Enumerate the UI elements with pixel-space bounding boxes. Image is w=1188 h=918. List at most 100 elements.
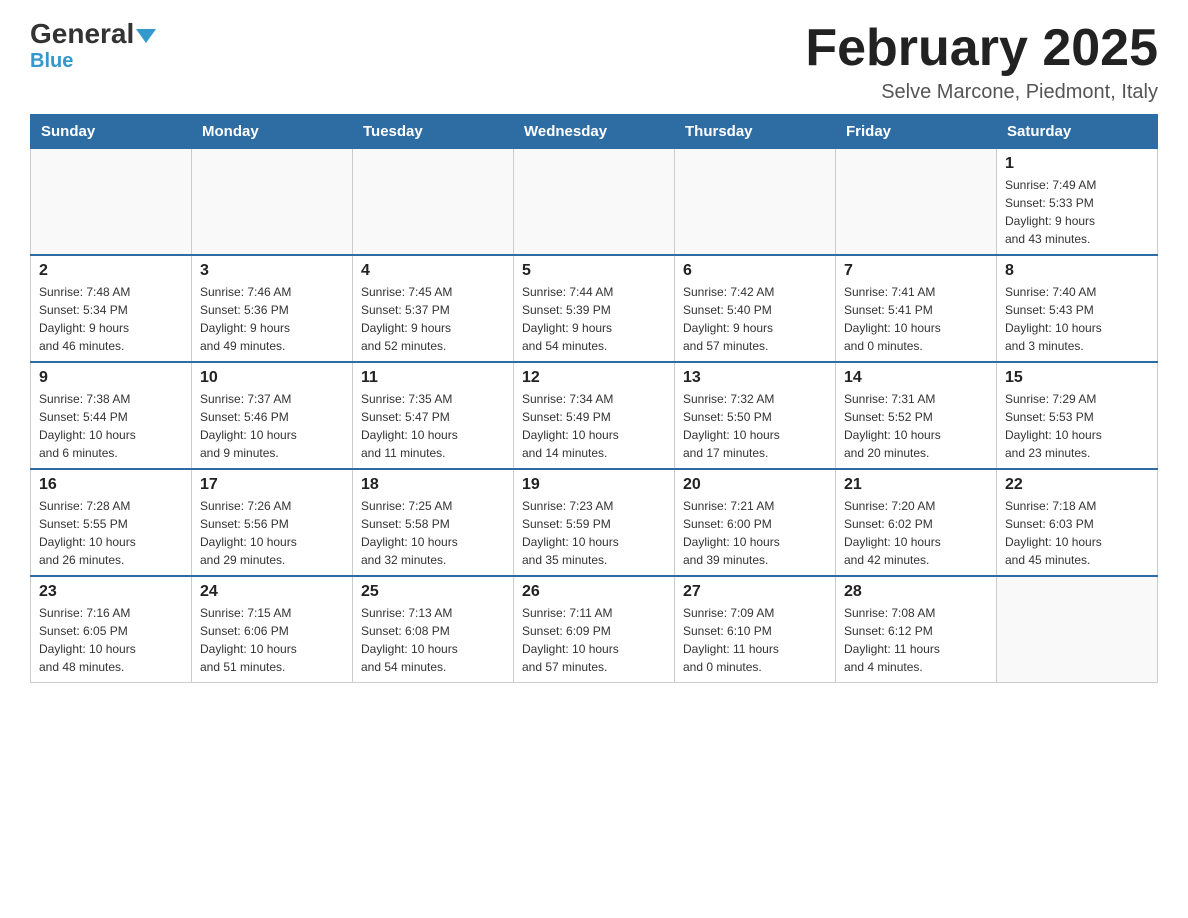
calendar-cell: 16 Sunrise: 7:28 AM Sunset: 5:55 PM Dayli… bbox=[31, 469, 192, 576]
calendar-cell: 22Sunrise: 7:18 AM Sunset: 6:03 PM Dayli… bbox=[997, 469, 1158, 576]
day-number: 18 bbox=[361, 476, 505, 494]
calendar-cell: 5 Sunrise: 7:44 AM Sunset: 5:39 PM Daylig… bbox=[514, 255, 675, 362]
calendar-header-monday: Monday bbox=[192, 115, 353, 149]
day-info: Sunrise: 7:25 AM Sunset: 5:58 PM Dayligh… bbox=[361, 497, 505, 569]
day-number: 23 bbox=[39, 583, 183, 601]
calendar-cell bbox=[31, 149, 192, 256]
day-number: 27 bbox=[683, 583, 827, 601]
day-number: 21 bbox=[844, 476, 988, 494]
calendar-cell: 1Sunrise: 7:49 AM Sunset: 5:33 PM Daylig… bbox=[997, 149, 1158, 256]
day-info: Sunrise: 7:34 AM Sunset: 5:49 PM Dayligh… bbox=[522, 390, 666, 462]
day-info: Sunrise: 7:46 AM Sunset: 5:36 PM Dayligh… bbox=[200, 283, 344, 355]
calendar-cell: 15 Sunrise: 7:29 AM Sunset: 5:53 PM Dayli… bbox=[997, 362, 1158, 469]
calendar-header-tuesday: Tuesday bbox=[353, 115, 514, 149]
calendar-cell: 3 Sunrise: 7:46 AM Sunset: 5:36 PM Daylig… bbox=[192, 255, 353, 362]
calendar-cell: 18 Sunrise: 7:25 AM Sunset: 5:58 PM Dayli… bbox=[353, 469, 514, 576]
calendar-cell: 27 Sunrise: 7:09 AM Sunset: 6:10 PM Dayli… bbox=[675, 576, 836, 683]
calendar-cell bbox=[836, 149, 997, 256]
calendar-table: SundayMondayTuesdayWednesdayThursdayFrid… bbox=[30, 114, 1158, 683]
calendar-cell bbox=[675, 149, 836, 256]
day-number: 16 bbox=[39, 476, 183, 494]
day-info: Sunrise: 7:49 AM Sunset: 5:33 PM Dayligh… bbox=[1005, 176, 1149, 248]
location-text: Selve Marcone, Piedmont, Italy bbox=[805, 81, 1158, 104]
calendar-cell: 7 Sunrise: 7:41 AM Sunset: 5:41 PM Daylig… bbox=[836, 255, 997, 362]
calendar-cell: 25 Sunrise: 7:13 AM Sunset: 6:08 PM Dayli… bbox=[353, 576, 514, 683]
calendar-week-row: 9Sunrise: 7:38 AM Sunset: 5:44 PM Daylig… bbox=[31, 362, 1158, 469]
month-title: February 2025 bbox=[805, 20, 1158, 77]
calendar-cell: 26Sunrise: 7:11 AM Sunset: 6:09 PM Dayli… bbox=[514, 576, 675, 683]
day-number: 15 bbox=[1005, 369, 1149, 387]
day-number: 11 bbox=[361, 369, 505, 387]
day-info: Sunrise: 7:21 AM Sunset: 6:00 PM Dayligh… bbox=[683, 497, 827, 569]
calendar-cell bbox=[353, 149, 514, 256]
calendar-cell: 9Sunrise: 7:38 AM Sunset: 5:44 PM Daylig… bbox=[31, 362, 192, 469]
day-info: Sunrise: 7:48 AM Sunset: 5:34 PM Dayligh… bbox=[39, 283, 183, 355]
calendar-cell: 23 Sunrise: 7:16 AM Sunset: 6:05 PM Dayli… bbox=[31, 576, 192, 683]
day-number: 17 bbox=[200, 476, 344, 494]
logo-general: General bbox=[30, 20, 156, 48]
day-info: Sunrise: 7:42 AM Sunset: 5:40 PM Dayligh… bbox=[683, 283, 827, 355]
day-info: Sunrise: 7:41 AM Sunset: 5:41 PM Dayligh… bbox=[844, 283, 988, 355]
day-info: Sunrise: 7:45 AM Sunset: 5:37 PM Dayligh… bbox=[361, 283, 505, 355]
day-info: Sunrise: 7:40 AM Sunset: 5:43 PM Dayligh… bbox=[1005, 283, 1149, 355]
day-info: Sunrise: 7:08 AM Sunset: 6:12 PM Dayligh… bbox=[844, 604, 988, 676]
day-info: Sunrise: 7:29 AM Sunset: 5:53 PM Dayligh… bbox=[1005, 390, 1149, 462]
calendar-header-friday: Friday bbox=[836, 115, 997, 149]
day-number: 4 bbox=[361, 262, 505, 280]
day-number: 6 bbox=[683, 262, 827, 280]
day-info: Sunrise: 7:44 AM Sunset: 5:39 PM Dayligh… bbox=[522, 283, 666, 355]
calendar-cell: 2 Sunrise: 7:48 AM Sunset: 5:34 PM Daylig… bbox=[31, 255, 192, 362]
calendar-cell: 10 Sunrise: 7:37 AM Sunset: 5:46 PM Dayli… bbox=[192, 362, 353, 469]
day-info: Sunrise: 7:32 AM Sunset: 5:50 PM Dayligh… bbox=[683, 390, 827, 462]
logo: General Blue bbox=[30, 20, 156, 73]
calendar-cell: 20 Sunrise: 7:21 AM Sunset: 6:00 PM Dayli… bbox=[675, 469, 836, 576]
day-number: 3 bbox=[200, 262, 344, 280]
day-number: 22 bbox=[1005, 476, 1149, 494]
day-info: Sunrise: 7:09 AM Sunset: 6:10 PM Dayligh… bbox=[683, 604, 827, 676]
day-info: Sunrise: 7:13 AM Sunset: 6:08 PM Dayligh… bbox=[361, 604, 505, 676]
day-number: 25 bbox=[361, 583, 505, 601]
calendar-cell: 24 Sunrise: 7:15 AM Sunset: 6:06 PM Dayli… bbox=[192, 576, 353, 683]
day-number: 10 bbox=[200, 369, 344, 387]
calendar-cell bbox=[514, 149, 675, 256]
calendar-cell: 8Sunrise: 7:40 AM Sunset: 5:43 PM Daylig… bbox=[997, 255, 1158, 362]
page-header: General Blue February 2025 Selve Marcone… bbox=[30, 20, 1158, 104]
day-number: 7 bbox=[844, 262, 988, 280]
day-info: Sunrise: 7:28 AM Sunset: 5:55 PM Dayligh… bbox=[39, 497, 183, 569]
calendar-week-row: 2 Sunrise: 7:48 AM Sunset: 5:34 PM Daylig… bbox=[31, 255, 1158, 362]
calendar-cell: 12Sunrise: 7:34 AM Sunset: 5:49 PM Dayli… bbox=[514, 362, 675, 469]
day-number: 14 bbox=[844, 369, 988, 387]
logo-general-text: General bbox=[30, 18, 134, 49]
calendar-cell: 28Sunrise: 7:08 AM Sunset: 6:12 PM Dayli… bbox=[836, 576, 997, 683]
day-number: 13 bbox=[683, 369, 827, 387]
day-info: Sunrise: 7:20 AM Sunset: 6:02 PM Dayligh… bbox=[844, 497, 988, 569]
calendar-header-row: SundayMondayTuesdayWednesdayThursdayFrid… bbox=[31, 115, 1158, 149]
day-number: 20 bbox=[683, 476, 827, 494]
calendar-week-row: 23 Sunrise: 7:16 AM Sunset: 6:05 PM Dayli… bbox=[31, 576, 1158, 683]
calendar-cell: 14Sunrise: 7:31 AM Sunset: 5:52 PM Dayli… bbox=[836, 362, 997, 469]
logo-triangle-icon bbox=[136, 29, 156, 43]
day-number: 2 bbox=[39, 262, 183, 280]
day-number: 19 bbox=[522, 476, 666, 494]
calendar-cell: 13 Sunrise: 7:32 AM Sunset: 5:50 PM Dayli… bbox=[675, 362, 836, 469]
calendar-cell bbox=[192, 149, 353, 256]
day-number: 5 bbox=[522, 262, 666, 280]
calendar-header-sunday: Sunday bbox=[31, 115, 192, 149]
calendar-header-wednesday: Wednesday bbox=[514, 115, 675, 149]
calendar-cell: 19 Sunrise: 7:23 AM Sunset: 5:59 PM Dayli… bbox=[514, 469, 675, 576]
calendar-week-row: 1Sunrise: 7:49 AM Sunset: 5:33 PM Daylig… bbox=[31, 149, 1158, 256]
calendar-cell: 21 Sunrise: 7:20 AM Sunset: 6:02 PM Dayli… bbox=[836, 469, 997, 576]
day-number: 9 bbox=[39, 369, 183, 387]
calendar-week-row: 16 Sunrise: 7:28 AM Sunset: 5:55 PM Dayli… bbox=[31, 469, 1158, 576]
day-info: Sunrise: 7:37 AM Sunset: 5:46 PM Dayligh… bbox=[200, 390, 344, 462]
day-info: Sunrise: 7:16 AM Sunset: 6:05 PM Dayligh… bbox=[39, 604, 183, 676]
calendar-cell: 6 Sunrise: 7:42 AM Sunset: 5:40 PM Daylig… bbox=[675, 255, 836, 362]
calendar-cell: 4 Sunrise: 7:45 AM Sunset: 5:37 PM Daylig… bbox=[353, 255, 514, 362]
day-info: Sunrise: 7:15 AM Sunset: 6:06 PM Dayligh… bbox=[200, 604, 344, 676]
day-number: 24 bbox=[200, 583, 344, 601]
day-info: Sunrise: 7:35 AM Sunset: 5:47 PM Dayligh… bbox=[361, 390, 505, 462]
calendar-header-thursday: Thursday bbox=[675, 115, 836, 149]
day-info: Sunrise: 7:23 AM Sunset: 5:59 PM Dayligh… bbox=[522, 497, 666, 569]
logo-blue-text: Blue bbox=[30, 50, 73, 73]
calendar-cell: 11 Sunrise: 7:35 AM Sunset: 5:47 PM Dayli… bbox=[353, 362, 514, 469]
